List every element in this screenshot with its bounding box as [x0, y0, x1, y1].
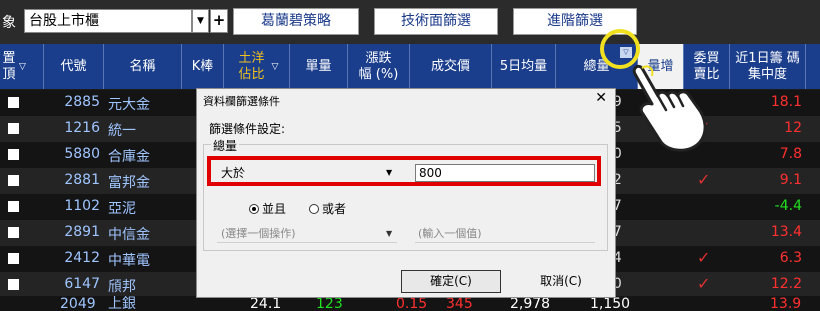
stock-name: 亞泥	[108, 201, 136, 217]
header-extra[interactable]	[806, 44, 820, 89]
stock-name: 元大金	[108, 97, 150, 113]
tail-total: 1,150	[590, 296, 631, 311]
chip-concentration-value: 7.8	[779, 146, 802, 162]
add-button[interactable]: +	[210, 9, 228, 33]
dialog-title: 資料欄篩選條件	[203, 95, 280, 108]
tail-avg5: 2,978	[510, 296, 551, 311]
stock-code: 1102	[64, 198, 100, 214]
chevron-down-icon[interactable]: ▼	[386, 164, 392, 182]
operator2-select[interactable]: (選擇一個操作)	[217, 225, 397, 243]
stock-name: 富邦金	[108, 175, 150, 191]
stock-code: 2412	[64, 250, 100, 266]
dialog-subtitle: 篩選條件設定:	[209, 122, 286, 136]
chip-concentration-value: 9.1	[779, 172, 802, 188]
header-price[interactable]: 成交價	[410, 44, 492, 89]
granville-strategy-button[interactable]: 葛蘭碧策略	[233, 8, 359, 35]
radio-or[interactable]: 或者	[309, 200, 346, 217]
stock-name: 中華電	[108, 253, 150, 269]
row-checkbox[interactable]	[8, 149, 19, 160]
market-select[interactable]: 台股上市櫃	[24, 9, 192, 33]
chevron-down-icon[interactable]: ▼	[386, 225, 392, 243]
tail-price: 345	[446, 296, 473, 311]
chip-concentration-value: 6.3	[779, 250, 802, 266]
operator-select[interactable]: 大於	[217, 164, 397, 182]
row-checkbox[interactable]	[8, 201, 19, 212]
stock-code: 2885	[64, 94, 100, 110]
radio-and[interactable]: 並且	[249, 200, 286, 217]
close-icon[interactable]: ✕	[595, 90, 607, 106]
stock-name: 統一	[108, 123, 136, 139]
row-checkbox[interactable]	[8, 97, 19, 108]
row-checkbox[interactable]	[8, 175, 19, 186]
chip-concentration-value: 12	[784, 120, 802, 136]
radio-selected-icon[interactable]	[249, 204, 259, 214]
stock-code: 1216	[64, 120, 100, 136]
toolbar: 象 台股上市櫃 ▼ + 葛蘭碧策略 技術面篩選 進階篩選	[0, 0, 820, 44]
header-pin[interactable]: 置頂 ▽	[0, 44, 44, 89]
header-name[interactable]: 名稱	[104, 44, 182, 89]
header-change-pct[interactable]: 漲跌 幅 (%)	[348, 44, 410, 89]
header-avg5[interactable]: 5日均量	[492, 44, 556, 89]
toolbar-label: 象	[2, 15, 16, 31]
table-row[interactable]: 2049 上銀 24.1 123 0.15 345 2,978 1,150 13…	[0, 296, 820, 311]
check-icon: ✓	[697, 170, 711, 189]
filter-dialog: 資料欄篩選條件 ✕ 篩選條件設定: 總量 大於 ▼ 800 並且 或者 (選擇一…	[196, 88, 616, 298]
header-chip-concentration[interactable]: 近1日籌 碼集中度	[730, 44, 806, 89]
check-icon: ✓	[697, 274, 711, 293]
chip-concentration-value: 12.2	[770, 276, 802, 292]
stock-name: 頎邦	[108, 279, 136, 295]
chip-concentration-value: 13.4	[770, 224, 802, 240]
value2-input[interactable]: (輸入一個值)	[415, 225, 595, 243]
tail-code: 2049	[60, 296, 96, 311]
tail-right: 13.9	[770, 296, 802, 311]
stock-code: 2891	[64, 224, 100, 240]
filter-triangle-icon[interactable]: ▽	[19, 59, 26, 75]
tail-name: 上銀	[108, 296, 136, 311]
technical-screen-button[interactable]: 技術面篩選	[374, 8, 498, 35]
stock-code: 5880	[64, 146, 100, 162]
row-checkbox[interactable]	[8, 227, 19, 238]
cancel-button[interactable]: 取消(C)	[511, 270, 611, 293]
row-checkbox[interactable]	[8, 279, 19, 290]
header-ownership[interactable]: 土洋佔比 ▽	[224, 44, 290, 89]
stock-name: 中信金	[108, 227, 150, 243]
ok-button[interactable]: 確定(C)	[401, 270, 501, 293]
pointing-hand-icon	[632, 64, 707, 152]
filter-triangle-icon[interactable]: ▽	[272, 59, 279, 75]
chip-concentration-value: -4.4	[774, 198, 802, 214]
row-checkbox[interactable]	[8, 123, 19, 134]
header-code[interactable]: 代號	[44, 44, 104, 89]
chevron-down-icon[interactable]: ▼	[192, 9, 209, 33]
header-unit-volume[interactable]: 單量	[290, 44, 348, 89]
chip-concentration-value: 18.1	[770, 94, 802, 110]
stock-code: 6147	[64, 276, 100, 292]
tail-change: 0.15	[396, 296, 428, 311]
check-icon: ✓	[697, 248, 711, 267]
tail-ratio: 123	[316, 296, 343, 311]
row-checkbox[interactable]	[8, 253, 19, 264]
stock-code: 2881	[64, 172, 100, 188]
radio-icon[interactable]	[309, 204, 319, 214]
header-kbar[interactable]: K棒	[182, 44, 224, 89]
tail-k: 24.1	[250, 296, 282, 311]
value-input[interactable]: 800	[415, 164, 595, 182]
group-label: 總量	[211, 137, 240, 154]
stock-name: 合庫金	[108, 149, 150, 165]
